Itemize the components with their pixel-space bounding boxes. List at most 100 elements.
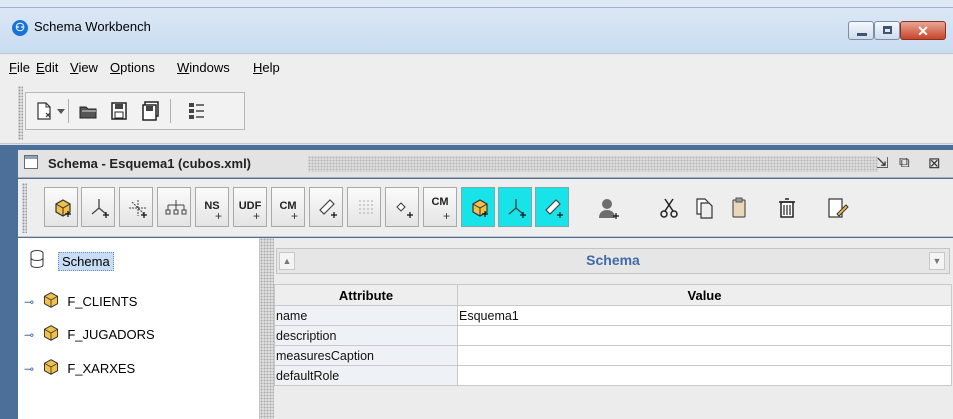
tree-expand-handle-icon[interactable]: ⊸ [24, 328, 34, 342]
plus-icon: + [442, 209, 450, 223]
cube-icon [43, 292, 58, 308]
add-calculated-member-property-button[interactable]: CM + [423, 187, 457, 227]
scroll-up-button[interactable]: ▲ [279, 252, 295, 270]
attribute-cell: name [274, 305, 458, 326]
add-property-button[interactable] [385, 187, 419, 227]
add-dimension-button[interactable] [81, 187, 115, 227]
add-virtual-measure-button[interactable] [535, 187, 569, 227]
tree-expand-handle-icon[interactable]: ⊸ [24, 362, 34, 376]
window-title: Schema Workbench [34, 19, 151, 34]
tree-item[interactable]: ⊸ F_JUGADORS [24, 321, 155, 343]
value-cell[interactable] [457, 345, 952, 366]
top-edge [0, 0, 953, 8]
value-cell[interactable] [457, 325, 952, 346]
menu-view[interactable]: View [70, 60, 98, 75]
preferences-icon[interactable] [186, 100, 208, 122]
column-header-value[interactable]: Value [457, 284, 952, 306]
frame-close-icon[interactable]: ⊠ [928, 154, 941, 172]
table-row[interactable]: description [274, 325, 952, 346]
plus-icon: + [214, 209, 222, 223]
close-button[interactable]: ✕ [900, 21, 946, 40]
dimension-add-icon [91, 199, 109, 218]
menu-windows[interactable]: Windows [177, 60, 230, 75]
copy-icon [696, 198, 713, 219]
cube-icon [43, 325, 58, 341]
schema-frame-title: Schema - Esquema1 (cubos.xml) [48, 156, 252, 171]
column-header-attribute[interactable]: Attribute [274, 284, 458, 306]
open-folder-icon[interactable] [77, 100, 99, 122]
paste-button[interactable] [720, 187, 754, 227]
maximize-icon [883, 26, 892, 34]
add-level-button[interactable] [347, 187, 381, 227]
table-row[interactable]: defaultRole [274, 365, 952, 386]
frame-icon [24, 155, 38, 169]
save-as-icon[interactable] [140, 100, 162, 122]
minimize-button[interactable] [848, 21, 874, 40]
dimension-usage-icon [129, 200, 147, 218]
frame-iconify-icon[interactable]: ⇲ [876, 154, 889, 172]
tree-item-label: F_CLIENTS [67, 294, 138, 309]
cut-button[interactable] [650, 187, 684, 227]
value-cell[interactable] [457, 365, 952, 386]
menu-file[interactable]: File [9, 60, 30, 75]
copy-button[interactable] [685, 187, 719, 227]
tree-item[interactable]: ⊸ F_XARXES [24, 355, 135, 377]
virtual-cube-icon [472, 199, 488, 217]
menu-help[interactable]: Help [253, 60, 280, 75]
add-virtual-cube-button[interactable] [461, 187, 495, 227]
add-dimension-usage-button[interactable] [119, 187, 153, 227]
tree-expand-handle-icon[interactable]: ⊸ [24, 295, 34, 309]
split-pane-divider[interactable] [260, 238, 274, 419]
trash-icon [779, 198, 795, 218]
add-cube-button[interactable] [44, 187, 78, 227]
toolbar-grip[interactable] [18, 86, 23, 140]
toolbar-separator [170, 99, 171, 123]
attribute-cell: defaultRole [274, 365, 458, 386]
maximize-button[interactable] [874, 21, 900, 40]
table-row[interactable]: name Esquema1 [274, 305, 952, 326]
attribute-cell: measuresCaption [274, 345, 458, 366]
database-icon [30, 250, 44, 268]
scissors-icon [660, 198, 678, 218]
cube-icon [43, 359, 58, 375]
add-hierarchy-button[interactable] [157, 187, 191, 227]
attribute-table: Attribute Value name Esquema1 descriptio… [274, 284, 952, 386]
ruler-add-icon [319, 199, 337, 218]
new-dropdown-arrow-icon[interactable] [56, 106, 66, 116]
add-role-button[interactable] [590, 187, 624, 227]
edit-mode-button[interactable] [818, 187, 852, 227]
tree-item-label: F_JUGADORS [67, 327, 155, 342]
tree-root-schema[interactable]: Schema [58, 252, 114, 271]
cube-add-icon [55, 199, 71, 217]
new-file-icon[interactable] [33, 100, 55, 122]
add-named-set-button[interactable]: NS + [195, 187, 229, 227]
hierarchy-add-icon [165, 200, 187, 215]
scroll-down-button[interactable]: ▼ [929, 252, 945, 270]
tree-item[interactable]: ⊸ F_CLIENTS [24, 288, 137, 310]
plus-icon: + [290, 209, 298, 223]
value-cell[interactable]: Esquema1 [457, 305, 952, 326]
panel-header-title: Schema [586, 252, 640, 268]
plus-icon: + [252, 209, 260, 223]
virtual-measure-icon [545, 199, 563, 218]
table-row[interactable]: measuresCaption [274, 345, 952, 366]
menu-edit[interactable]: Edit [36, 60, 58, 75]
property-add-icon [396, 202, 413, 218]
add-virtual-dimension-button[interactable] [498, 187, 532, 227]
add-measure-button[interactable] [309, 187, 343, 227]
save-icon[interactable] [108, 100, 130, 122]
add-udf-button[interactable]: UDF + [233, 187, 267, 227]
add-calculated-member-button[interactable]: CM + [271, 187, 305, 227]
paste-icon [732, 197, 746, 218]
virtual-dimension-icon [508, 199, 526, 218]
tree-item-label: F_XARXES [67, 361, 136, 376]
menu-options[interactable]: Options [110, 60, 155, 75]
user-add-icon [599, 199, 619, 219]
frame-restore-icon[interactable]: ⧉ [899, 154, 910, 171]
schema-toolbar-grip[interactable] [22, 183, 27, 233]
attribute-cell: description [274, 325, 458, 346]
close-icon: ✕ [917, 23, 929, 39]
level-add-icon [359, 200, 373, 216]
app-icon: ⚇ [12, 20, 28, 36]
delete-button[interactable] [768, 187, 802, 227]
